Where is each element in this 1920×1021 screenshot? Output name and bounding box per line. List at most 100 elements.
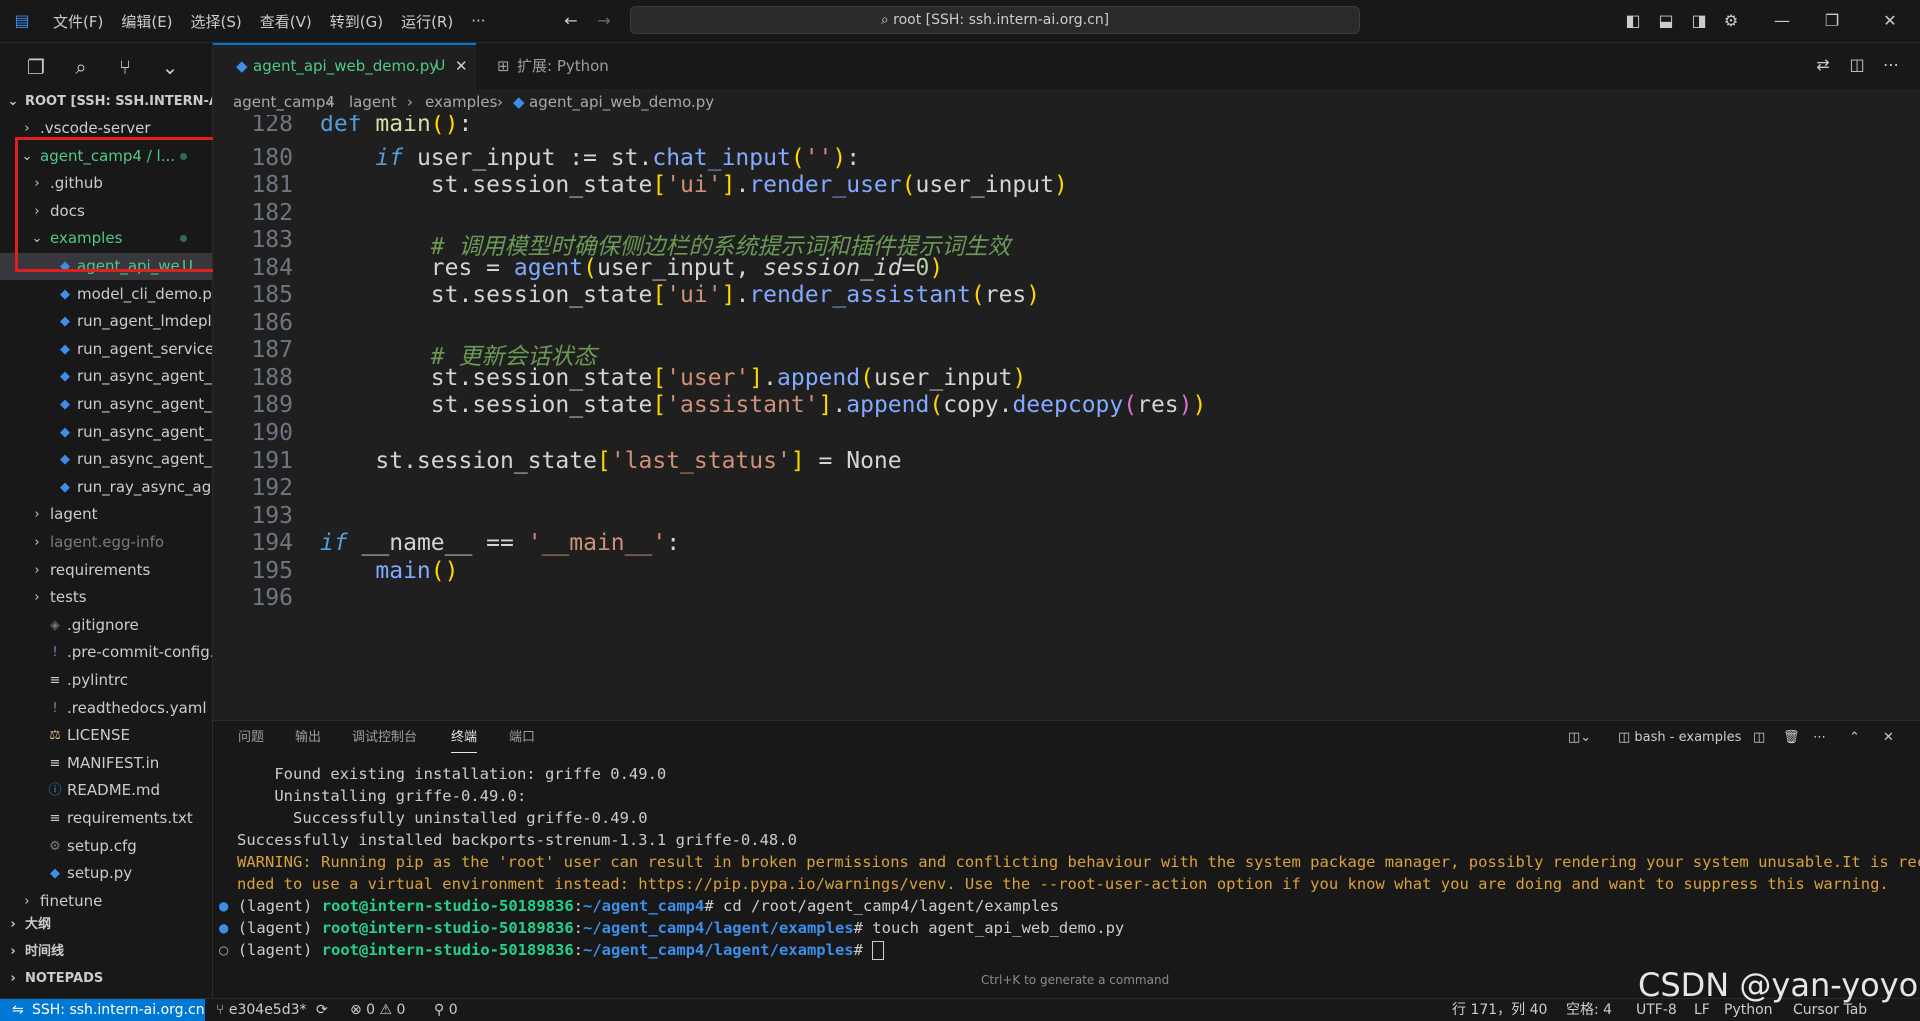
menu-go[interactable]: 转到(G) [321, 11, 392, 32]
breadcrumb-separator: › [497, 93, 503, 111]
breadcrumb-item[interactable]: lagent [349, 89, 397, 115]
terminal-warning-line: nded to use a virtual environment instea… [237, 875, 1889, 893]
explorer-files-icon[interactable]: ❐ [22, 53, 50, 81]
forward-arrow-icon[interactable]: → [594, 11, 614, 31]
compare-changes-icon[interactable]: ⇄ [1813, 55, 1833, 75]
toggle-secondary-sidebar-icon[interactable]: ◨ [1689, 11, 1709, 31]
breadcrumb-item[interactable]: agent_camp4 [233, 89, 335, 115]
section-timeline[interactable]: › 时间线 [0, 938, 212, 965]
back-arrow-icon[interactable]: ← [561, 11, 581, 31]
sync-icon[interactable]: ⟳ [316, 999, 328, 1021]
terminal-prompt-line[interactable]: ○ (lagent) root@intern-studio-50189836:~… [219, 941, 885, 960]
tree-folder[interactable]: › tests [0, 584, 212, 611]
tree-folder[interactable]: › lagent.egg-info [0, 529, 212, 556]
terminal-selector[interactable]: ◫ bash - examples [1618, 721, 1741, 755]
tree-file[interactable]: ⚖ LICENSE [0, 722, 212, 749]
branch-label: e304e5d3* [228, 1002, 307, 1018]
minimize-icon[interactable]: — [1772, 11, 1792, 31]
menu-file[interactable]: 文件(F) [44, 11, 112, 32]
tree-file[interactable]: ◆ run_ray_async_age... [0, 474, 212, 501]
section-notepads[interactable]: › NOTEPADS [0, 965, 212, 992]
tree-file[interactable]: ! .pre-commit-config.... [0, 639, 212, 666]
close-tab-icon[interactable]: ✕ [455, 45, 468, 87]
menu-run[interactable]: 运行(R) [392, 11, 462, 32]
breadcrumb-item[interactable]: examples [425, 89, 497, 115]
panel-tab-output[interactable]: 输出 [295, 721, 321, 755]
tab-agent-api-web-demo[interactable]: ◆ agent_api_web_demo.py U ✕ [213, 43, 476, 89]
chevron-down-icon[interactable]: ⌄ [156, 53, 184, 81]
toggle-panel-icon[interactable]: ⬓ [1656, 11, 1676, 31]
tree-folder[interactable]: › requirements [0, 557, 212, 584]
tree-folder[interactable]: › lagent [0, 501, 212, 528]
tree-file[interactable]: ⓘ README.md [0, 777, 212, 804]
section-outline[interactable]: › 大纲 [0, 911, 212, 938]
ports-indicator[interactable]: ⚲ 0 [434, 999, 458, 1021]
more-actions-icon[interactable]: ⋯ [1813, 721, 1826, 755]
breadcrumb: agent_camp4 › lagent › examples › ◆ agen… [213, 89, 1920, 115]
tree-item-label: tests [50, 588, 87, 607]
tree-file[interactable]: ◆ run_async_agent_vl... [0, 446, 212, 473]
code-line-189: st.session_state['assistant'].append(cop… [320, 392, 1207, 418]
maximize-panel-icon[interactable]: ⌃ [1849, 721, 1860, 755]
close-window-icon[interactable]: ✕ [1880, 11, 1900, 31]
git-branch[interactable]: ⑂ e304e5d3* [216, 999, 307, 1021]
split-editor-icon[interactable]: ◫ [1847, 55, 1867, 75]
chevron-right-icon: › [34, 562, 40, 578]
menu-view[interactable]: 查看(V) [251, 11, 321, 32]
tree-file[interactable]: ◆ run_agent_lmdeplo... [0, 308, 212, 335]
tree-file[interactable]: ◈ .gitignore [0, 612, 212, 639]
trash-icon[interactable]: 🗑 [1783, 721, 1800, 755]
tree-file[interactable]: ◆ run_async_agent_l... [0, 391, 212, 418]
line-number: 128 [251, 115, 293, 137]
terminal-layout-icon[interactable]: ◫⌄ [1568, 721, 1591, 755]
yaml-file-icon: ! [52, 700, 58, 716]
tree-file[interactable]: ≡ .pylintrc [0, 667, 212, 694]
panel-tab-problems[interactable]: 问题 [238, 721, 264, 755]
line-number: 189 [251, 392, 293, 418]
bottom-panel: 问题 输出 调试控制台 终端 端口 ◫⌄ ◫ bash - examples ◫… [213, 720, 1920, 999]
tree-file[interactable]: ! .readthedocs.yaml [0, 695, 212, 722]
menu-more[interactable]: ··· [462, 12, 494, 30]
explorer-root-header[interactable]: ⌄ ROOT [SSH: SSH.INTERN-A... [0, 88, 212, 115]
menu-edit[interactable]: 编辑(E) [112, 11, 181, 32]
panel-tab-debug-console[interactable]: 调试控制台 [352, 721, 417, 755]
cursor-position[interactable]: 行 171，列 40 [1452, 999, 1547, 1021]
indentation[interactable]: 空格: 4 [1566, 999, 1612, 1021]
remote-indicator[interactable]: ⇋ SSH: ssh.intern-ai.org.cn [0, 999, 205, 1021]
split-terminal-icon[interactable]: ◫ [1753, 721, 1765, 755]
terminal-icon: ◫ [1618, 730, 1635, 745]
settings-gear-icon[interactable]: ⚙ [1721, 11, 1741, 31]
tree-file[interactable]: ◆ model_cli_demo.py [0, 281, 212, 308]
breadcrumb-item[interactable]: agent_api_web_demo.py [529, 89, 714, 115]
panel-tab-ports[interactable]: 端口 [509, 721, 535, 755]
tab-label: agent_api_web_demo.py [253, 57, 439, 75]
code-line-185: st.session_state['ui'].render_assistant(… [320, 282, 1041, 308]
tree-file[interactable]: ◆ setup.py [0, 860, 212, 887]
toggle-sidebar-icon[interactable]: ◧ [1623, 11, 1643, 31]
tree-file[interactable]: ⚙ setup.cfg [0, 833, 212, 860]
panel-tab-terminal[interactable]: 终端 [451, 721, 478, 753]
search-view-icon[interactable]: ⌕ [67, 53, 95, 81]
line-number: 187 [251, 337, 293, 363]
code-editor[interactable]: 128 180 181 182 183 184 185 186 187 188 189 190 191 1… [213, 115, 1920, 720]
tree-item-label: run_agent_lmdeplo... [77, 312, 212, 331]
command-center-search[interactable]: ⌕ root [SSH: ssh.intern-ai.org.cn] [630, 6, 1360, 34]
app-logo-icon: ▤ [14, 11, 30, 30]
problems-indicator[interactable]: ⊗ 0 ⚠ 0 [350, 999, 405, 1021]
line-number: 183 [251, 227, 293, 253]
prompt-command: # [853, 941, 873, 959]
source-control-icon[interactable]: ⑂ [111, 53, 139, 81]
section-notepads-label: NOTEPADS [25, 971, 104, 986]
tree-file[interactable]: ≡ requirements.txt [0, 805, 212, 832]
tree-item-label: requirements.txt [67, 809, 193, 827]
more-actions-icon[interactable]: ⋯ [1881, 55, 1901, 75]
tab-extension-python[interactable]: ⊞ 扩展: Python [477, 43, 637, 89]
close-panel-icon[interactable]: ✕ [1883, 721, 1894, 755]
menu-selection[interactable]: 选择(S) [182, 11, 251, 32]
tree-file[interactable]: ≡ MANIFEST.in [0, 750, 212, 777]
restore-icon[interactable]: ❐ [1822, 11, 1842, 31]
tree-file[interactable]: ◆ run_agent_services.... [0, 336, 212, 363]
tree-file[interactable]: ◆ run_async_agent_l... [0, 363, 212, 390]
tree-file[interactable]: ◆ run_async_agent_o... [0, 419, 212, 446]
tree-item-label: .gitignore [67, 615, 139, 634]
